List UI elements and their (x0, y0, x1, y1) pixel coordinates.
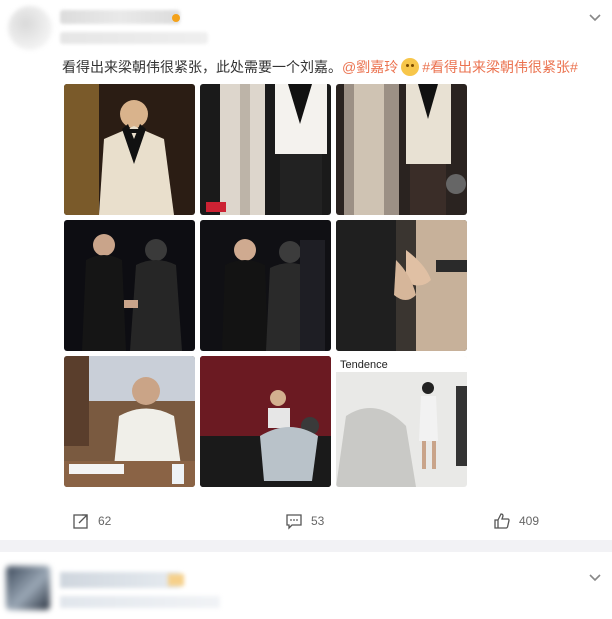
post-body: 看得出来梁朝伟很紧张，此处需要一个刘嘉。@劉嘉玲 #看得出来梁朝伟很紧张# (62, 58, 578, 76)
like-button[interactable]: 409 (493, 512, 539, 530)
mention-link[interactable]: @劉嘉玲 (342, 59, 398, 75)
photo-thumbnail[interactable]: Tendence (336, 356, 467, 487)
share-button[interactable]: 62 (72, 512, 111, 530)
comment-icon (286, 514, 302, 530)
photo-thumbnail[interactable] (336, 84, 467, 215)
hashtag-link[interactable]: #看得出来梁朝伟很紧张# (422, 59, 578, 75)
photo-thumbnail[interactable] (64, 356, 195, 487)
svg-text:Tendence: Tendence (340, 359, 388, 371)
weibo-post-card: 看得出来梁朝伟很紧张，此处需要一个刘嘉。@劉嘉玲 #看得出来梁朝伟很紧张# Te… (0, 0, 612, 540)
comment-button[interactable]: 53 (285, 512, 324, 530)
chevron-down-icon[interactable] (588, 10, 602, 24)
author-name-blurred[interactable] (60, 10, 180, 24)
post-action-bar: 62 53 409 (0, 506, 612, 536)
thumbs-up-icon (494, 513, 510, 529)
next-post-card (0, 552, 612, 619)
post-meta-blurred (60, 596, 220, 608)
comment-count: 53 (311, 514, 325, 528)
photo-thumbnail[interactable] (200, 220, 331, 351)
photo-thumbnail[interactable] (64, 84, 195, 215)
photo-thumbnail[interactable] (200, 84, 331, 215)
verified-badge-icon (172, 14, 180, 22)
avatar[interactable] (8, 6, 52, 50)
share-icon (73, 514, 88, 529)
post-text: 看得出来梁朝伟很紧张，此处需要一个刘嘉。 (62, 59, 342, 75)
like-count: 409 (519, 514, 540, 528)
share-count: 62 (98, 514, 112, 528)
avatar[interactable] (6, 566, 50, 610)
photo-thumbnail[interactable] (336, 220, 467, 351)
chevron-down-icon[interactable] (588, 570, 602, 584)
feed-divider (0, 540, 612, 552)
doge-emoji-icon (401, 58, 420, 76)
author-name-blurred[interactable] (60, 572, 180, 588)
image-grid: Tendence (64, 84, 468, 488)
photo-thumbnail[interactable] (200, 356, 331, 487)
post-meta-blurred (60, 32, 208, 44)
verified-badge-icon (168, 574, 184, 586)
photo-thumbnail[interactable] (64, 220, 195, 351)
